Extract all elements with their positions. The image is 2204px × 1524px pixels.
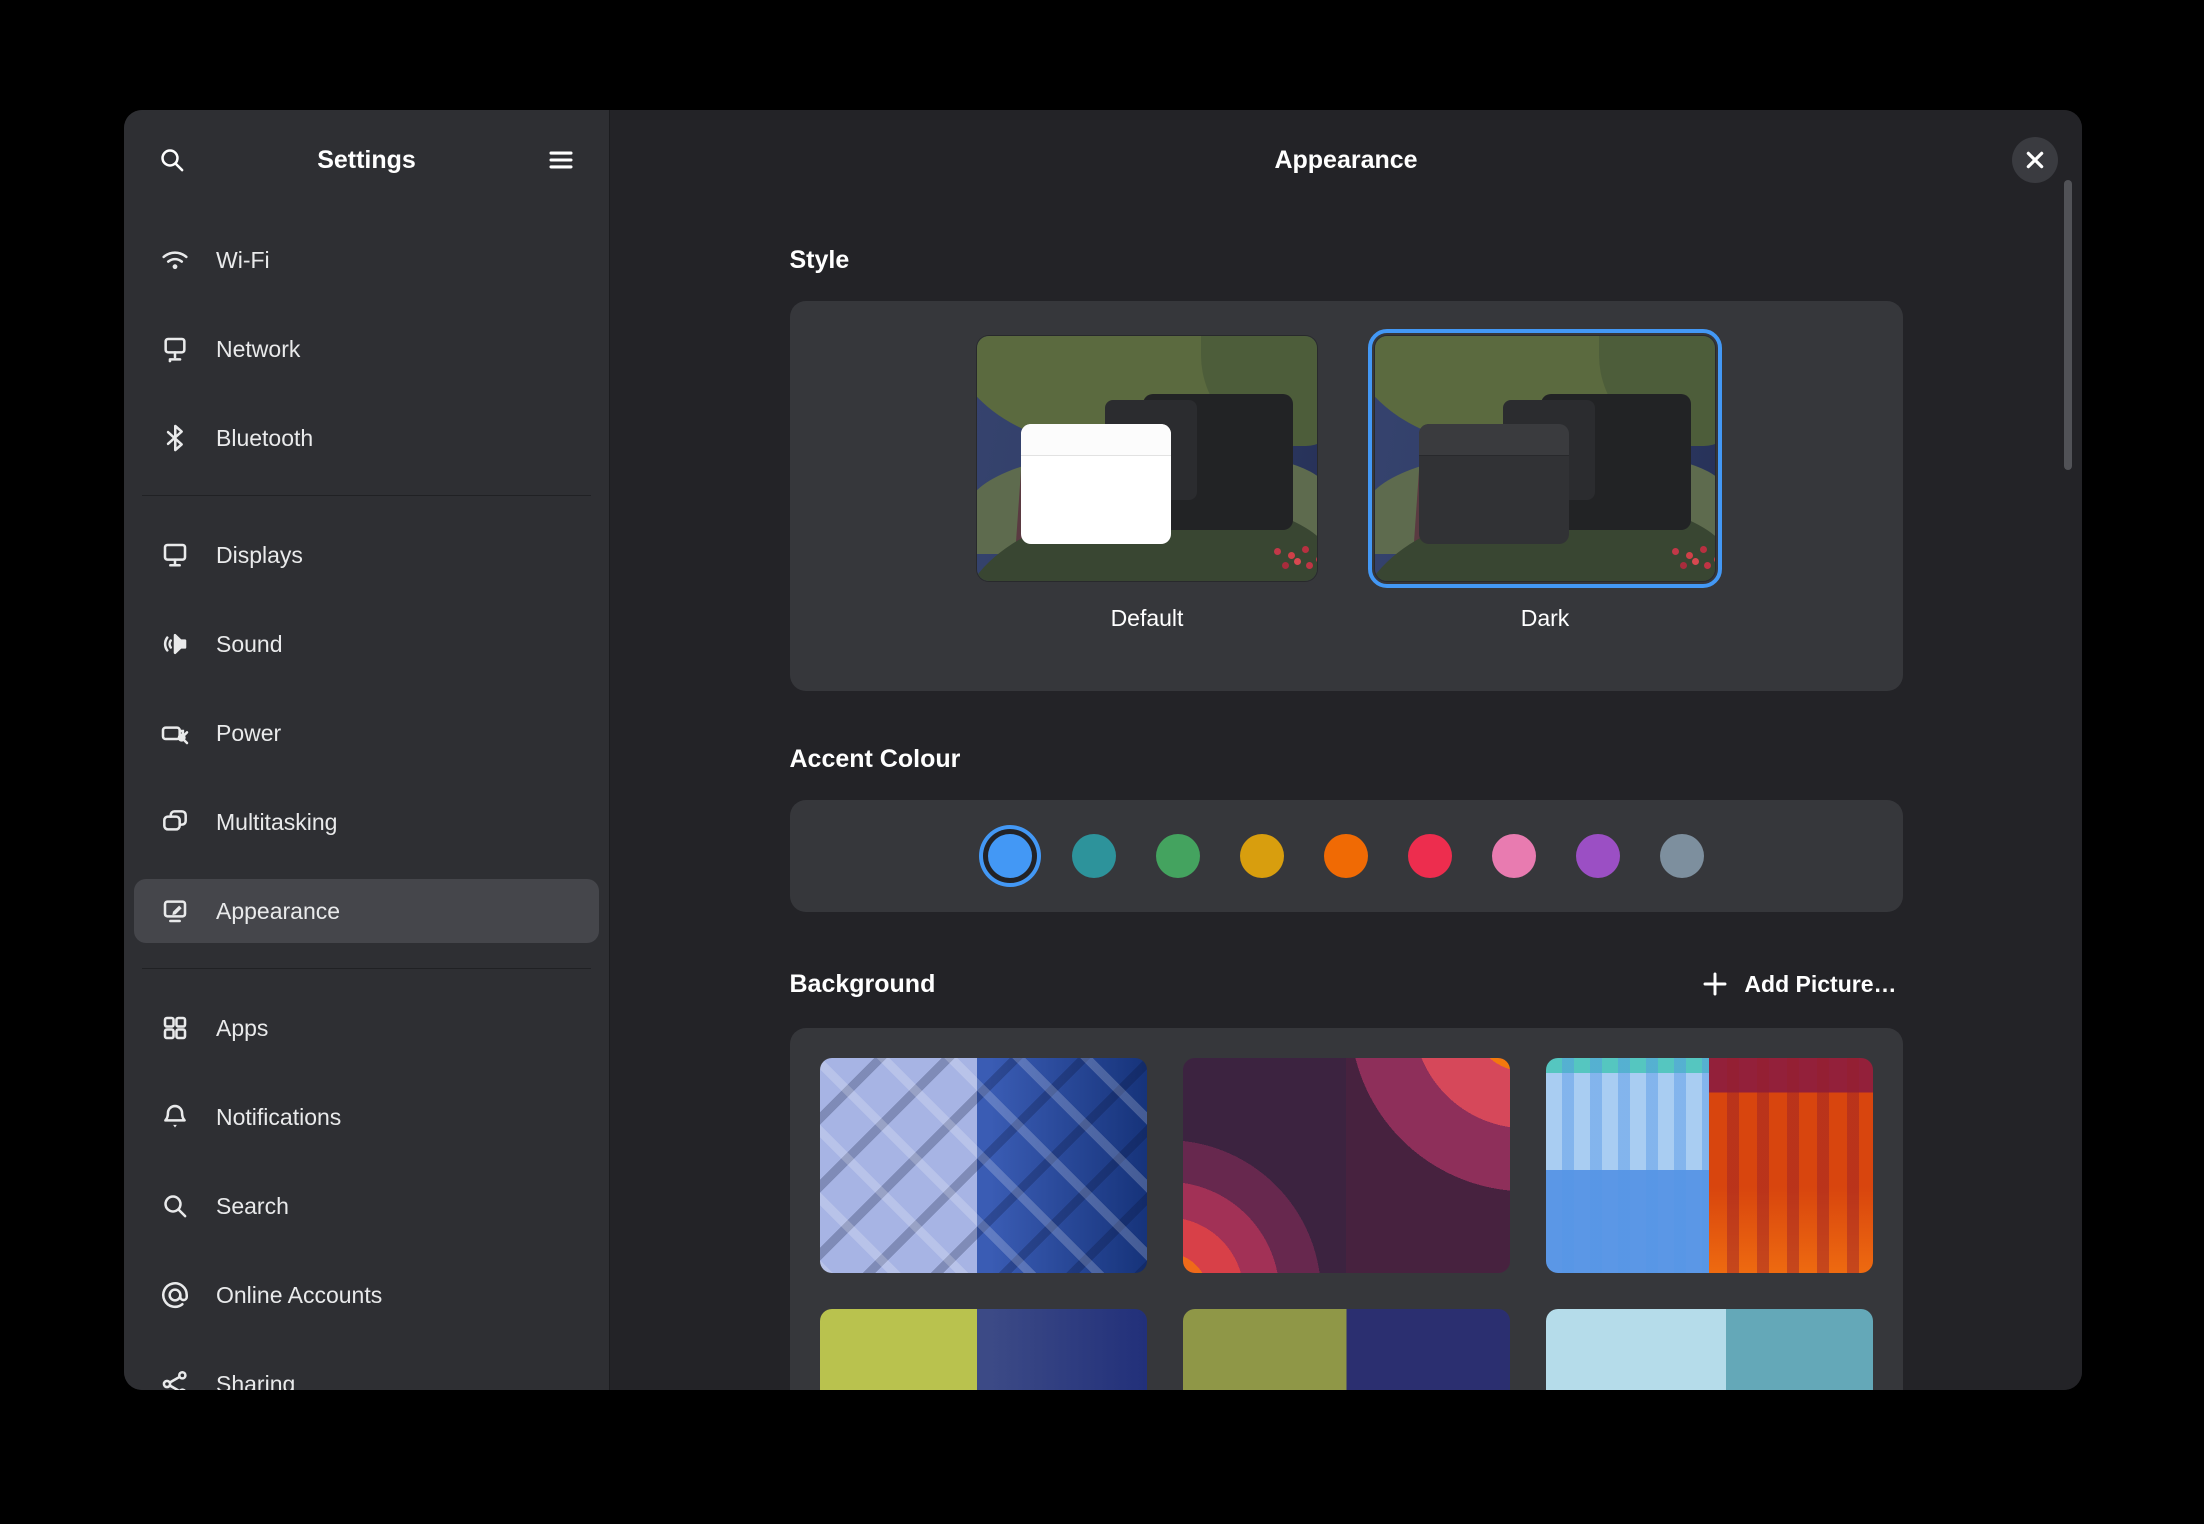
page-title: Appearance bbox=[610, 110, 2082, 210]
wallpaper-thumbnail-blue-geometric[interactable] bbox=[820, 1058, 1147, 1273]
style-card: Default Dark bbox=[790, 301, 1903, 691]
accent-color-yellow[interactable] bbox=[1240, 834, 1284, 878]
apps-icon bbox=[158, 1011, 192, 1045]
accent-color-slate[interactable] bbox=[1660, 834, 1704, 878]
wallpaper-thumbnail-leaves-night[interactable] bbox=[1183, 1309, 1510, 1390]
sidebar-item-label: Sharing bbox=[216, 1371, 295, 1391]
wifi-icon bbox=[158, 243, 192, 277]
accent-color-blue[interactable] bbox=[988, 834, 1032, 878]
sidebar-item-notifications[interactable]: Notifications bbox=[134, 1085, 599, 1149]
sidebar-item-multitasking[interactable]: Multitasking bbox=[134, 790, 599, 854]
wallpaper-thumbnail-magma-waves[interactable] bbox=[1183, 1058, 1510, 1273]
sidebar-item-label: Multitasking bbox=[216, 809, 337, 836]
style-option-default[interactable]: Default bbox=[977, 336, 1317, 632]
search-icon bbox=[155, 143, 189, 177]
style-option-label: Default bbox=[977, 605, 1317, 632]
sidebar-item-wi-fi[interactable]: Wi-Fi bbox=[134, 228, 599, 292]
sidebar-item-label: Sound bbox=[216, 631, 283, 658]
sidebar-item-sound[interactable]: Sound bbox=[134, 612, 599, 676]
power-icon bbox=[158, 716, 192, 750]
sidebar-item-label: Online Accounts bbox=[216, 1282, 382, 1309]
sidebar-item-label: Power bbox=[216, 720, 281, 747]
sharing-icon bbox=[158, 1367, 192, 1390]
sidebar-separator bbox=[142, 968, 591, 969]
background-section-header: Background Add Picture… bbox=[790, 966, 1903, 1002]
main-header: Appearance bbox=[610, 110, 2082, 210]
style-section-heading: Style bbox=[790, 246, 1903, 275]
sidebar-item-sharing[interactable]: Sharing bbox=[134, 1352, 599, 1390]
add-picture-label: Add Picture… bbox=[1744, 971, 1896, 998]
accent-colour-card bbox=[790, 800, 1903, 912]
menu-button[interactable] bbox=[539, 138, 583, 182]
sidebar-item-label: Apps bbox=[216, 1015, 268, 1042]
bluetooth-icon bbox=[158, 421, 192, 455]
displays-icon bbox=[158, 538, 192, 572]
sidebar-item-network[interactable]: Network bbox=[134, 317, 599, 381]
accent-color-green[interactable] bbox=[1156, 834, 1200, 878]
style-thumbnail-default bbox=[977, 336, 1317, 581]
sidebar-item-label: Network bbox=[216, 336, 300, 363]
settings-window: Settings Wi-Fi Network Bluetooth Displays So… bbox=[124, 110, 2082, 1390]
sidebar-item-label: Search bbox=[216, 1193, 289, 1220]
close-icon bbox=[2018, 143, 2052, 177]
sidebar-item-label: Displays bbox=[216, 542, 303, 569]
search-button[interactable] bbox=[150, 138, 194, 182]
sidebar-nav: Wi-Fi Network Bluetooth Displays Sound Power M… bbox=[124, 210, 609, 1390]
sidebar-item-label: Notifications bbox=[216, 1104, 341, 1131]
sidebar-header: Settings bbox=[124, 110, 609, 210]
close-button[interactable] bbox=[2012, 137, 2058, 183]
accent-color-red[interactable] bbox=[1408, 834, 1452, 878]
plus-icon bbox=[1698, 967, 1732, 1001]
sidebar-item-bluetooth[interactable]: Bluetooth bbox=[134, 406, 599, 470]
sidebar-item-search[interactable]: Search bbox=[134, 1174, 599, 1238]
sound-icon bbox=[158, 627, 192, 661]
online-accounts-icon bbox=[158, 1278, 192, 1312]
scrollbar-thumb[interactable] bbox=[2064, 180, 2072, 470]
multitasking-icon bbox=[158, 805, 192, 839]
wallpaper-thumbnail-leaves-day[interactable] bbox=[820, 1309, 1147, 1390]
accent-section-heading: Accent Colour bbox=[790, 745, 1903, 774]
accent-color-pink[interactable] bbox=[1492, 834, 1536, 878]
sidebar-title: Settings bbox=[194, 146, 539, 175]
accent-color-orange[interactable] bbox=[1324, 834, 1368, 878]
appearance-content: Style Default Dark Accent Colour Backgrou… bbox=[790, 210, 1903, 1390]
sidebar-item-label: Appearance bbox=[216, 898, 340, 925]
appearance-icon bbox=[158, 894, 192, 928]
wallpaper-thumbnail-shore[interactable] bbox=[1546, 1309, 1873, 1390]
hamburger-menu-icon bbox=[544, 143, 578, 177]
background-card bbox=[790, 1028, 1903, 1390]
sidebar-item-power[interactable]: Power bbox=[134, 701, 599, 765]
add-picture-button[interactable]: Add Picture… bbox=[1692, 966, 1902, 1002]
search-icon bbox=[158, 1189, 192, 1223]
accent-color-purple[interactable] bbox=[1576, 834, 1620, 878]
style-option-dark[interactable]: Dark bbox=[1375, 336, 1715, 632]
network-icon bbox=[158, 332, 192, 366]
desktop-background: Settings Wi-Fi Network Bluetooth Displays So… bbox=[0, 0, 2204, 1524]
sidebar-item-label: Bluetooth bbox=[216, 425, 313, 452]
style-thumbnail-dark bbox=[1375, 336, 1715, 581]
sidebar-item-online-accounts[interactable]: Online Accounts bbox=[134, 1263, 599, 1327]
notifications-icon bbox=[158, 1100, 192, 1134]
sidebar: Settings Wi-Fi Network Bluetooth Displays So… bbox=[124, 110, 610, 1390]
sidebar-item-appearance[interactable]: Appearance bbox=[134, 879, 599, 943]
sidebar-item-label: Wi-Fi bbox=[216, 247, 270, 274]
style-option-label: Dark bbox=[1375, 605, 1715, 632]
accent-color-teal[interactable] bbox=[1072, 834, 1116, 878]
main-panel: Appearance Style Default Dark Accent Colo… bbox=[610, 110, 2082, 1390]
background-section-heading: Background bbox=[790, 970, 936, 999]
sidebar-separator bbox=[142, 495, 591, 496]
sidebar-item-displays[interactable]: Displays bbox=[134, 523, 599, 587]
wallpaper-thumbnail-paint-drips[interactable] bbox=[1546, 1058, 1873, 1273]
wallpaper-grid bbox=[820, 1058, 1873, 1390]
sidebar-item-apps[interactable]: Apps bbox=[134, 996, 599, 1060]
